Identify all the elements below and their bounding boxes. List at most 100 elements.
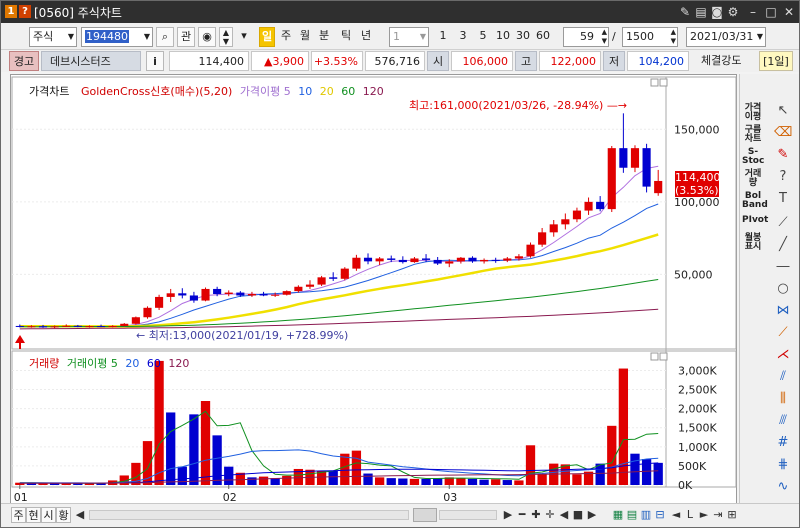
volume-bar bbox=[363, 473, 373, 485]
tab-status[interactable]: 황 bbox=[56, 507, 71, 523]
split-icon[interactable]: ⊟ bbox=[653, 508, 667, 522]
volume-bar bbox=[653, 462, 663, 485]
gann-icon[interactable]: ⟋ bbox=[774, 324, 792, 342]
interval-60-button[interactable]: 60 bbox=[534, 27, 552, 47]
candle-body bbox=[572, 210, 582, 220]
volume-bar bbox=[386, 478, 396, 485]
cycle-icon[interactable]: ⫼ bbox=[774, 390, 792, 408]
period-month-button[interactable]: 월 bbox=[297, 27, 313, 47]
volume-bar bbox=[398, 478, 408, 485]
spinner-icon[interactable]: ▲ ▼ bbox=[671, 28, 676, 46]
period-tick-button[interactable]: 틱 bbox=[338, 27, 354, 47]
count-input[interactable]: 59 ▲ ▼ bbox=[563, 27, 609, 47]
help-badge[interactable]: ? bbox=[19, 5, 31, 18]
watchlist-button[interactable]: 관 bbox=[177, 27, 195, 47]
play-icon[interactable]: ▶ bbox=[585, 508, 599, 522]
line-icon[interactable]: ⟋ bbox=[774, 214, 792, 232]
candle-body bbox=[596, 201, 605, 210]
volume-bar bbox=[374, 477, 385, 485]
period-minute-button[interactable]: 분 bbox=[316, 27, 332, 47]
info-button[interactable]: i bbox=[146, 51, 164, 71]
tool-stochastic[interactable]: S-Stoc bbox=[742, 148, 764, 166]
circle-icon[interactable]: ○ bbox=[774, 280, 792, 298]
window-number-badge[interactable]: 1 bbox=[5, 5, 17, 18]
gear-icon[interactable]: ⚙ bbox=[725, 4, 741, 20]
interval-5-button[interactable]: 5 bbox=[474, 27, 492, 47]
horizontal-scrollbar[interactable] bbox=[89, 510, 409, 520]
sync-icon[interactable]: ◉ bbox=[198, 27, 216, 47]
price-panel-frame bbox=[11, 76, 737, 350]
candle-body bbox=[410, 258, 419, 263]
total-count-input[interactable]: 1500 ▲ ▼ bbox=[622, 27, 678, 47]
fullscreen-icon[interactable]: L bbox=[683, 508, 697, 522]
fibonacci-icon[interactable]: ⋈ bbox=[774, 302, 792, 320]
tab-current[interactable]: 현 bbox=[26, 507, 41, 523]
interval-1-button[interactable]: 1 bbox=[434, 27, 452, 47]
last-icon[interactable]: ⇥ bbox=[711, 508, 725, 522]
tool-monthly[interactable]: 월봉표시 bbox=[742, 234, 764, 252]
market-select[interactable]: 주식 ▼ bbox=[29, 27, 77, 47]
interval-3-button[interactable]: 3 bbox=[454, 27, 472, 47]
export-icon[interactable]: ▤ bbox=[625, 508, 639, 522]
zoom-fit-icon[interactable]: ✛ bbox=[543, 508, 557, 522]
text-icon[interactable]: T bbox=[774, 190, 792, 208]
close-icon[interactable]: ✕ bbox=[781, 4, 797, 20]
chart-svg[interactable]: 150,000 100,000 50,000 3,000K 2,500K 2,000K 1,… bbox=[11, 75, 738, 513]
period-week-button[interactable]: 주 bbox=[278, 27, 294, 47]
interval-30-button[interactable]: 30 bbox=[514, 27, 532, 47]
trendline-icon[interactable]: ╱ bbox=[774, 236, 792, 254]
spinner-icon[interactable]: ▲ ▼ bbox=[602, 28, 607, 46]
memo-icon[interactable]: ✎ bbox=[677, 4, 693, 20]
volume-panel-minimize-box bbox=[650, 352, 659, 361]
first-icon[interactable]: ◄ bbox=[669, 508, 683, 522]
scroll-left-icon[interactable]: ◀ bbox=[73, 508, 87, 522]
settings-small-icon[interactable]: ⊞ bbox=[725, 508, 739, 522]
tool-volume[interactable]: 거래량 bbox=[742, 170, 764, 188]
parallel-line-icon[interactable]: # bbox=[774, 434, 792, 452]
stock-code-input[interactable]: 194480 ▼ bbox=[81, 27, 153, 47]
wave-icon[interactable]: ∿ bbox=[774, 478, 792, 496]
interval-10-button[interactable]: 10 bbox=[494, 27, 512, 47]
next-icon[interactable]: ► bbox=[697, 508, 711, 522]
dropdown-arrow-icon[interactable]: ▾ bbox=[237, 27, 251, 47]
up-down-spinner[interactable]: ▲ ▼ bbox=[219, 27, 233, 47]
tool-price-ma[interactable]: 가격이평 bbox=[742, 104, 764, 122]
candle-body bbox=[526, 244, 535, 257]
question-icon[interactable]: ? bbox=[774, 168, 792, 186]
tool-ichimoku[interactable]: 구름차트 bbox=[742, 126, 764, 144]
eraser-icon[interactable]: ⌫ bbox=[774, 124, 792, 142]
date-input[interactable]: 2021/03/31 ▼ bbox=[686, 27, 766, 47]
camera-icon[interactable]: ◙ bbox=[709, 4, 725, 20]
zoom-out-icon[interactable]: ━ bbox=[515, 508, 529, 522]
excel-icon[interactable]: ▦ bbox=[611, 508, 625, 522]
period-year-button[interactable]: 년 bbox=[358, 27, 374, 47]
volume-tick-label: 3,000K bbox=[678, 364, 717, 377]
strength-period[interactable]: [1일] bbox=[759, 51, 793, 71]
scrollbar-thumb[interactable] bbox=[413, 508, 437, 522]
save-icon[interactable]: ▤ bbox=[693, 4, 709, 20]
maximize-icon[interactable]: □ bbox=[763, 4, 779, 20]
andrews-icon[interactable]: ⋕ bbox=[774, 456, 792, 474]
tool-bollinger[interactable]: Bol Band bbox=[742, 192, 768, 210]
minute-select[interactable]: 1 ▼ bbox=[389, 27, 429, 47]
channel-icon[interactable]: ⫻ bbox=[774, 412, 792, 430]
tab-stock[interactable]: 주 bbox=[11, 507, 26, 523]
speed-line-icon[interactable]: ⫽ bbox=[774, 368, 792, 386]
scrollbar-track[interactable] bbox=[439, 510, 497, 520]
candle-body bbox=[282, 291, 291, 295]
prev-icon[interactable]: ◀ bbox=[557, 508, 571, 522]
chart-area[interactable]: 150,000 100,000 50,000 3,000K 2,500K 2,000K 1,… bbox=[10, 74, 737, 512]
scroll-right-icon[interactable]: ▶ bbox=[501, 508, 515, 522]
grid-icon[interactable]: ▥ bbox=[639, 508, 653, 522]
tool-pivot[interactable]: PIvot bbox=[742, 216, 768, 225]
tab-market[interactable]: 시 bbox=[41, 507, 56, 523]
stop-icon[interactable]: ■ bbox=[571, 508, 585, 522]
search-icon[interactable]: ⌕ bbox=[156, 27, 174, 47]
horizontal-line-icon[interactable]: ― bbox=[774, 258, 792, 276]
delete-all-icon[interactable]: ✎ bbox=[774, 146, 792, 164]
zoom-in-icon[interactable]: ✚ bbox=[529, 508, 543, 522]
period-day-button[interactable]: 일 bbox=[259, 27, 275, 47]
gann-fan-icon[interactable]: ⋌ bbox=[774, 346, 792, 364]
minimize-icon[interactable]: – bbox=[745, 4, 761, 20]
cursor-icon[interactable]: ↖ bbox=[774, 102, 792, 120]
